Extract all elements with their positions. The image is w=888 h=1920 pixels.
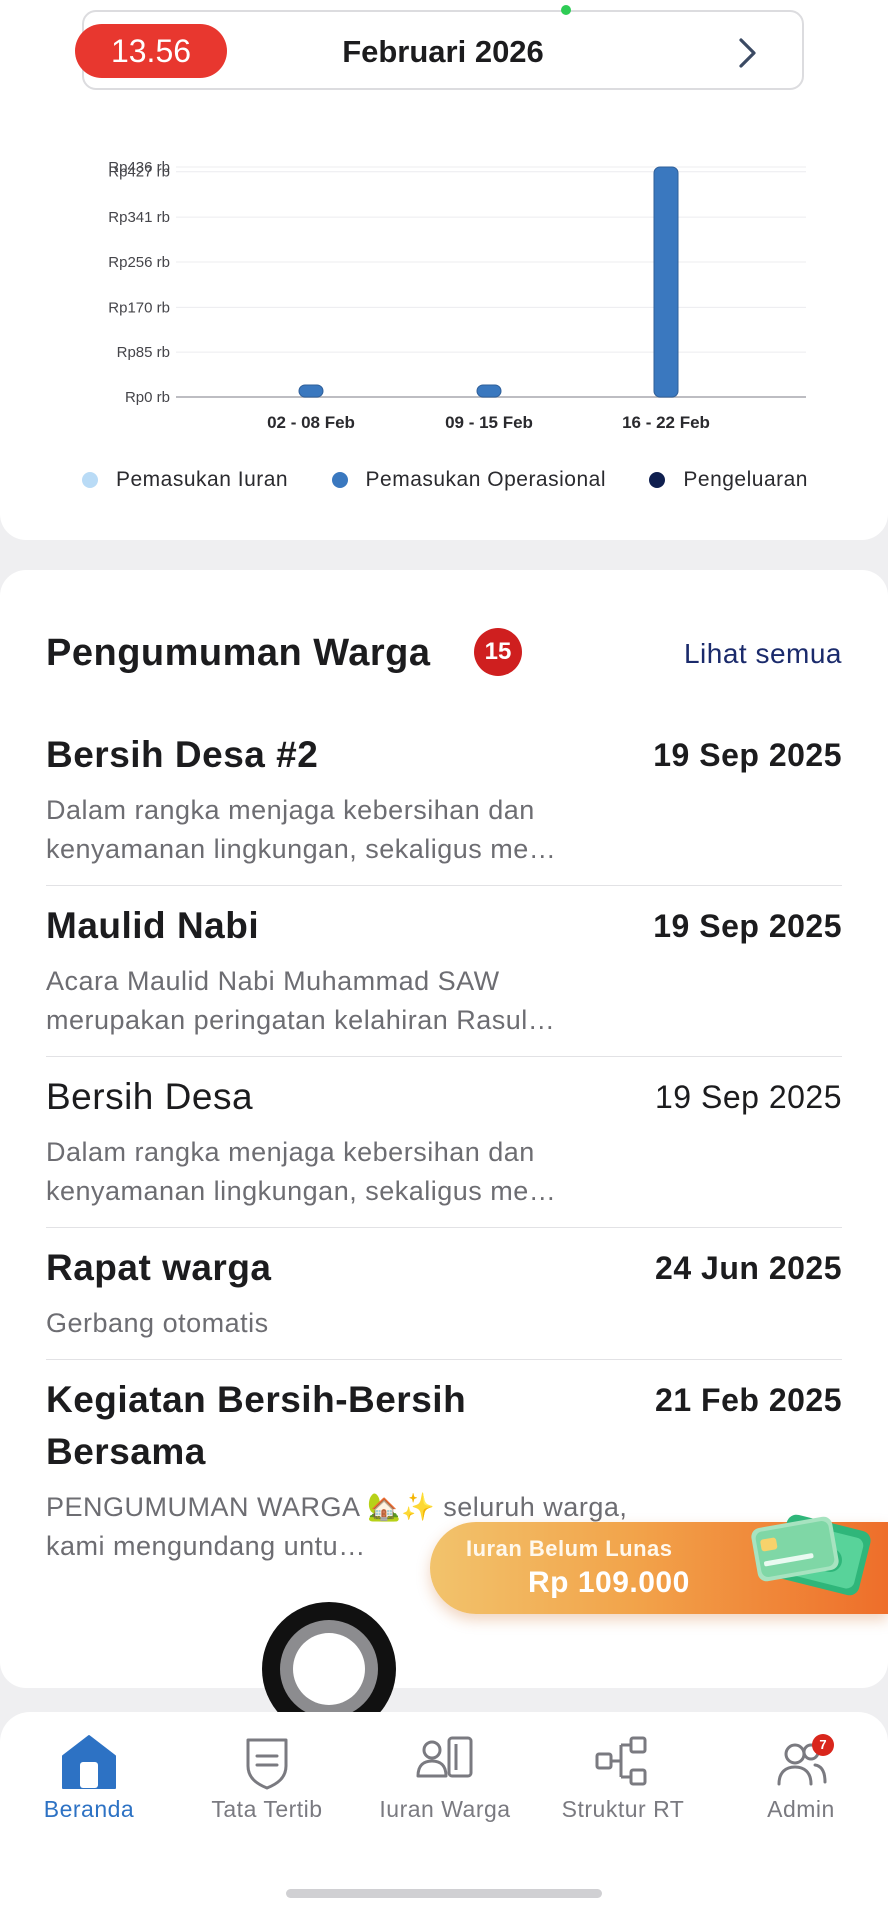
legend-item-pengeluaran: Pengeluaran	[649, 468, 808, 492]
x-tick-label: 09 - 15 Feb	[445, 413, 533, 432]
announcement-date: 19 Sep 2025	[655, 1079, 842, 1115]
shield-icon	[246, 1738, 288, 1790]
tab-label: Admin	[767, 1796, 835, 1822]
finance-card: Februari 2026 13.56 Rp0 rb Rp85 rb Rp170 r…	[0, 0, 888, 540]
y-tick-label: Rp0 rb	[125, 389, 170, 406]
assistive-touch-ring	[280, 1620, 378, 1718]
announcement-title: Bersih Desa #2	[46, 734, 319, 775]
announcements-count-badge: 15	[474, 628, 522, 676]
tab-label: Struktur RT	[561, 1796, 685, 1822]
money-card-icon	[751, 1514, 871, 1596]
unpaid-dues-amount: Rp 109.000	[528, 1566, 690, 1599]
tab-tata-tertib[interactable]: Tata Tertib	[178, 1732, 356, 1823]
legend-item-pemasukan-operasional: Pemasukan Operasional	[331, 468, 606, 492]
y-tick-label: Rp436 rb	[108, 159, 170, 176]
x-tick-label: 02 - 08 Feb	[267, 413, 355, 432]
announcement-title: Maulid Nabi	[46, 905, 260, 946]
announcement-date: 19 Sep 2025	[653, 737, 842, 773]
chart-bar[interactable]	[476, 384, 502, 398]
tab-struktur-rt[interactable]: Struktur RT	[534, 1732, 712, 1823]
y-tick-label: Rp170 rb	[108, 299, 170, 316]
legend-item-pemasukan-iuran: Pemasukan Iuran	[82, 468, 288, 492]
announcement-title: Bersih Desa	[46, 1076, 254, 1117]
chart-bar[interactable]	[298, 384, 324, 398]
legend-dot-pemasukan-operasional	[331, 472, 348, 488]
camera-indicator-dot	[561, 5, 571, 15]
unpaid-dues-label: Iuran Belum Lunas	[466, 1536, 673, 1561]
announcement-desc: Acara Maulid Nabi Muhammad SAW merupakan…	[46, 966, 556, 1035]
tab-label: Tata Tertib	[211, 1796, 323, 1822]
weekly-finance-chart: Rp0 rb Rp85 rb Rp170 rb Rp256 rb Rp341 rb Rp4…	[108, 159, 806, 432]
y-tick-label: Rp341 rb	[108, 209, 170, 226]
announcement-item[interactable]: Maulid Nabi 19 Sep 2025 Acara Maulid Nab…	[46, 886, 842, 1057]
home-icon	[62, 1735, 116, 1789]
tab-iuran-warga[interactable]: Iuran Warga	[356, 1732, 534, 1823]
legend-dot-pemasukan-iuran	[82, 472, 98, 488]
announcement-date: 19 Sep 2025	[653, 908, 842, 944]
announcement-date: 21 Feb 2025	[655, 1382, 842, 1418]
legend-label: Pengeluaran	[683, 468, 808, 491]
announcement-desc: Dalam rangka menjaga kebersihan dan keny…	[46, 795, 557, 864]
announcement-desc: Gerbang otomatis	[46, 1308, 269, 1338]
y-tick-label: Rp85 rb	[117, 344, 170, 361]
assistive-touch-core	[293, 1633, 365, 1705]
announcement-title: Kegiatan Bersih-Bersih Bersama	[46, 1379, 467, 1472]
announcement-date: 24 Jun 2025	[655, 1250, 842, 1286]
legend-label: Pemasukan Iuran	[116, 468, 289, 491]
announcement-title: Rapat warga	[46, 1247, 272, 1288]
announcements-title: Pengumuman Warga	[46, 632, 431, 674]
status-time: 13.56	[75, 24, 227, 78]
announcement-item[interactable]: Bersih Desa 19 Sep 2025 Dalam rangka men…	[46, 1057, 842, 1228]
chart-bar[interactable]	[653, 166, 679, 398]
announcements-header: Pengumuman Warga 15 Lihat semua	[46, 622, 842, 682]
x-tick-label: 16 - 22 Feb	[622, 413, 710, 432]
tab-admin[interactable]: 7 Admin	[712, 1732, 888, 1823]
legend-dot-pengeluaran	[649, 472, 666, 488]
home-indicator	[286, 1889, 602, 1898]
announcements-list: Bersih Desa #2 19 Sep 2025 Dalam rangka …	[46, 715, 842, 1582]
announcement-item[interactable]: Rapat warga 24 Jun 2025 Gerbang otomatis	[46, 1228, 842, 1360]
y-tick-label: Rp256 rb	[108, 254, 170, 271]
legend-label: Pemasukan Operasional	[365, 468, 606, 491]
chevron-right-icon[interactable]	[732, 36, 762, 70]
tab-beranda[interactable]: Beranda	[0, 1732, 178, 1823]
announcement-desc: Dalam rangka menjaga kebersihan dan keny…	[46, 1137, 557, 1206]
tab-label: Beranda	[43, 1796, 135, 1822]
user-card-icon	[416, 1736, 473, 1778]
org-chart-icon	[595, 1736, 647, 1786]
unpaid-dues-banner[interactable]: Iuran Belum Lunas Rp 109.000	[430, 1514, 888, 1614]
tab-label: Iuran Warga	[379, 1796, 511, 1822]
see-all-link[interactable]: Lihat semua	[684, 638, 842, 670]
announcement-item[interactable]: Bersih Desa #2 19 Sep 2025 Dalam rangka …	[46, 715, 842, 886]
chart-legend: Pemasukan Iuran Pemasukan Operasional Pe…	[82, 468, 808, 492]
admin-notification-badge: 7	[812, 1734, 834, 1756]
